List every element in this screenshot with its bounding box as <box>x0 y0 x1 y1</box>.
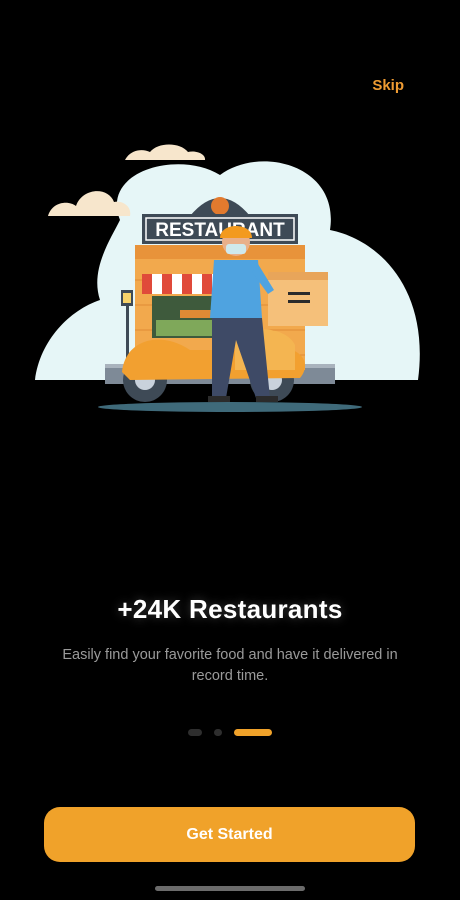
onboarding-subtitle: Easily find your favorite food and have … <box>62 647 398 684</box>
page-dot-1 <box>188 729 202 736</box>
restaurant-delivery-illustration: RESTAURANT <box>35 144 420 412</box>
skip-button[interactable]: Skip <box>372 77 404 94</box>
get-started-button[interactable]: Get Started <box>44 807 415 862</box>
page-dot-3-active <box>234 729 272 736</box>
home-indicator <box>155 886 305 891</box>
page-indicator <box>0 729 460 736</box>
onboarding-title: +24K Restaurants <box>117 594 343 624</box>
page-dot-2 <box>214 729 222 736</box>
onboarding-screen: Skip RESTAURANT +24K Restaurants Easily … <box>0 0 460 900</box>
